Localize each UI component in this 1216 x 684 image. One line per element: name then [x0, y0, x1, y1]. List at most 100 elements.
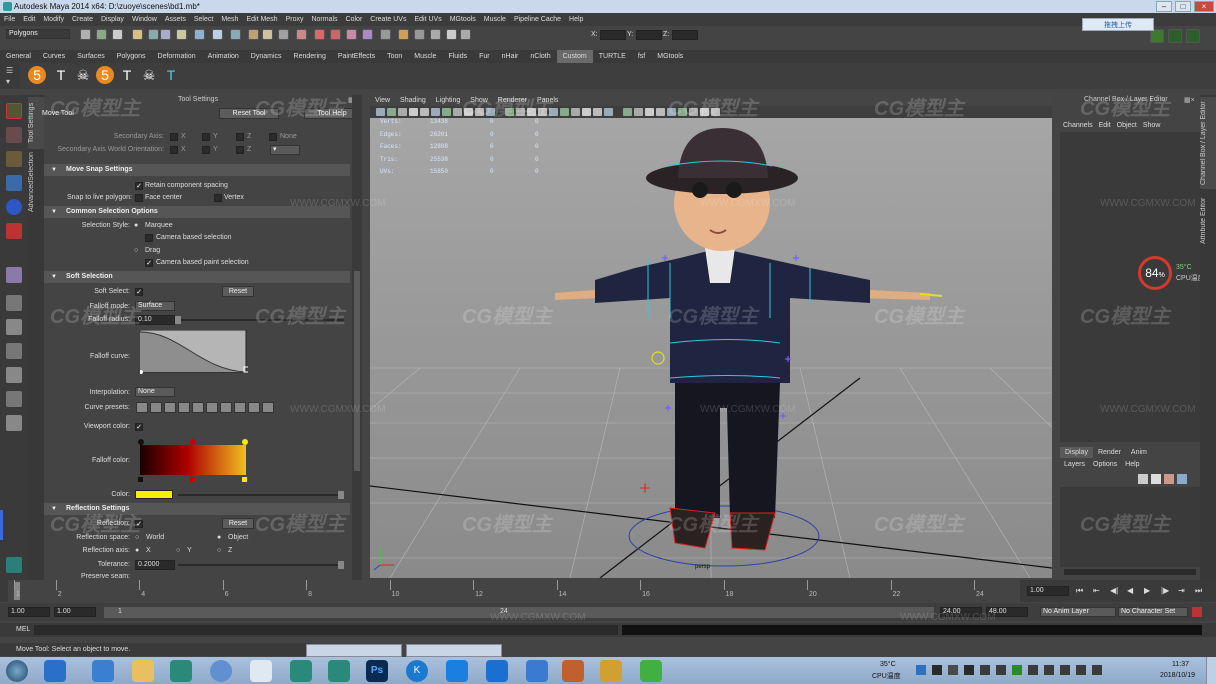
falloff-curve-graph[interactable]	[140, 330, 248, 374]
layer-tool-1-icon[interactable]	[1138, 474, 1148, 484]
curve-preset-9-icon[interactable]	[248, 402, 260, 413]
layer-menu-options[interactable]: Options	[1089, 459, 1121, 470]
menu-file[interactable]: File	[0, 13, 19, 26]
shelf-menu-icon[interactable]: ☰	[6, 66, 13, 75]
status-tool-10-icon[interactable]	[230, 29, 241, 40]
layout-hypershade-icon[interactable]	[6, 415, 22, 431]
layer-scrollbar[interactable]	[1064, 569, 1196, 575]
minimized-window-1[interactable]	[306, 644, 402, 657]
shelf-tab-dynamics[interactable]: Dynamics	[245, 50, 288, 63]
retain-spacing-checkbox[interactable]: ✓	[135, 182, 143, 190]
start-button[interactable]	[6, 660, 28, 682]
status-tool-15-icon[interactable]	[314, 29, 325, 40]
cloud-upload-button[interactable]: 拖拽上传	[1082, 18, 1154, 31]
status-tool-11-icon[interactable]	[248, 29, 259, 40]
viewport-tool-9-icon[interactable]	[464, 108, 473, 116]
select-tool-icon[interactable]	[6, 103, 22, 119]
menu-help[interactable]: Help	[565, 13, 587, 26]
tab-channel-box[interactable]: Channel Box / Layer Editor	[1200, 97, 1216, 189]
viewport-persp[interactable]: persp	[370, 118, 1052, 578]
shelf-tab-mgtools[interactable]: MGtools	[651, 50, 689, 63]
move-tool-icon[interactable]	[6, 175, 22, 191]
status-tool-5-icon[interactable]	[148, 29, 159, 40]
menu-create-uvs[interactable]: Create UVs	[366, 13, 410, 26]
shelf-tab-fluids[interactable]: Fluids	[442, 50, 473, 63]
vertex-checkbox[interactable]	[214, 194, 222, 202]
curve-preset-10-icon[interactable]	[262, 402, 274, 413]
start-time-field[interactable]: 1.00	[8, 607, 50, 617]
show-attr-icon[interactable]	[1168, 29, 1182, 43]
lasso-tool-icon[interactable]	[6, 127, 22, 143]
maya-help-icon[interactable]	[6, 557, 22, 573]
minimized-window-2[interactable]	[406, 644, 502, 657]
viewport-menu-panels[interactable]: Panels	[532, 95, 563, 106]
script5b-icon[interactable]: 5	[96, 66, 114, 84]
end-time-field[interactable]: 48.00	[986, 607, 1028, 617]
viewport-tool-16-icon[interactable]	[549, 108, 558, 116]
viewport-menu-view[interactable]: View	[370, 95, 395, 106]
viewport-menu-lighting[interactable]: Lighting	[431, 95, 466, 106]
color-slider[interactable]	[178, 494, 344, 496]
mail-icon[interactable]	[526, 660, 548, 682]
status-tool-2-icon[interactable]	[96, 29, 107, 40]
tpose-icon[interactable]: T	[52, 66, 70, 84]
tolerance-field[interactable]: 0.2000	[135, 560, 175, 570]
shelf-tab-muscle[interactable]: Muscle	[408, 50, 442, 63]
go-end-icon[interactable]: ⏭	[1195, 586, 1202, 596]
viewport-tool-20-icon[interactable]	[593, 108, 602, 116]
channel-menu-channels[interactable]: Channels	[1060, 120, 1096, 131]
game-icon[interactable]	[562, 660, 584, 682]
shelf-options-icon[interactable]: ▾	[6, 77, 10, 86]
character-set-dropdown[interactable]: No Character Set	[1118, 607, 1188, 617]
range-bar[interactable]: 1 24	[104, 607, 934, 618]
layer-tab-display[interactable]: Display	[1060, 447, 1093, 458]
sec-world-x-radio[interactable]	[170, 146, 178, 154]
viewport-tool-15-icon[interactable]	[538, 108, 547, 116]
reflection-reset-button[interactable]: Reset	[222, 518, 254, 529]
menu-assets[interactable]: Assets	[161, 13, 190, 26]
curve-preset-3-icon[interactable]	[164, 402, 176, 413]
cloud-icon[interactable]	[250, 660, 272, 682]
next-key-icon[interactable]: |▶	[1161, 586, 1169, 595]
ramp-handle-black[interactable]	[138, 439, 144, 445]
menu-proxy[interactable]: Proxy	[282, 13, 308, 26]
curve-preset-7-icon[interactable]	[220, 402, 232, 413]
viewport-tool-7-icon[interactable]	[442, 108, 451, 116]
viewport-tool-13-icon[interactable]	[516, 108, 525, 116]
folder-app-icon[interactable]	[600, 660, 622, 682]
viewport-color-checkbox[interactable]: ✓	[135, 423, 143, 431]
photoshop-icon[interactable]: Ps	[366, 660, 388, 682]
ramp-marker-black[interactable]	[138, 477, 143, 482]
layout-outliner-icon[interactable]	[6, 391, 22, 407]
status-tool-24-icon[interactable]	[460, 29, 471, 40]
curve-preset-6-icon[interactable]	[206, 402, 218, 413]
status-tool-9-icon[interactable]	[212, 29, 223, 40]
menu-modify[interactable]: Modify	[39, 13, 68, 26]
tab-attribute-editor[interactable]: Attribute Editor	[1200, 193, 1216, 249]
qq-icon[interactable]	[446, 660, 468, 682]
channel-box-options-icon[interactable]: ▦×	[1184, 96, 1195, 104]
viewport-tool-24-icon[interactable]	[645, 108, 654, 116]
status-tool-1-icon[interactable]	[80, 29, 91, 40]
u-app-icon[interactable]	[486, 660, 508, 682]
tolerance-slider[interactable]	[178, 564, 344, 566]
time-track[interactable]	[8, 580, 1020, 602]
menu-create[interactable]: Create	[68, 13, 97, 26]
close-button[interactable]: ×	[1194, 1, 1214, 12]
layer-menu-help[interactable]: Help	[1121, 459, 1143, 470]
viewport-tool-14-icon[interactable]	[527, 108, 536, 116]
shelf-tab-rendering[interactable]: Rendering	[288, 50, 332, 63]
viewport-tool-27-icon[interactable]	[678, 108, 687, 116]
tray-icon-4[interactable]	[964, 665, 974, 675]
world-radio[interactable]: ○	[135, 534, 139, 541]
tray-icon-2[interactable]	[932, 665, 942, 675]
menu-pipeline-cache[interactable]: Pipeline Cache	[510, 13, 565, 26]
soft-selection-header[interactable]: Soft Selection	[44, 271, 350, 283]
viewport-tool-1-icon[interactable]	[376, 108, 385, 116]
axis-z-radio[interactable]: ○	[217, 547, 221, 554]
status-tool-19-icon[interactable]	[380, 29, 391, 40]
show-desktop-button[interactable]	[1206, 657, 1216, 684]
character-model[interactable]	[555, 128, 930, 550]
tpose3-icon[interactable]: T	[162, 66, 180, 84]
globe-icon[interactable]	[210, 660, 232, 682]
